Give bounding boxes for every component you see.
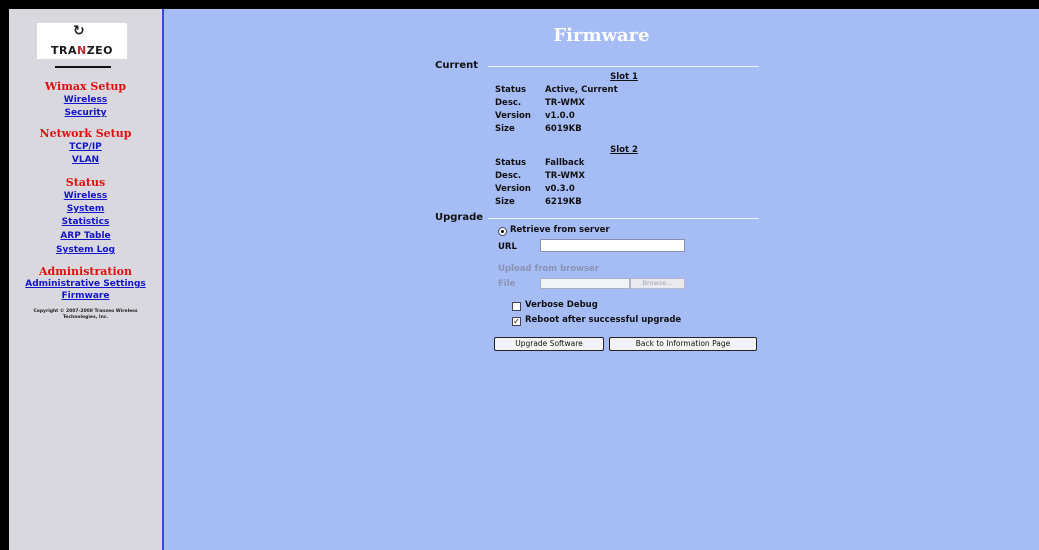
- verbose-debug-label: Verbose Debug: [525, 300, 598, 310]
- retrieve-from-server-radio[interactable]: [498, 227, 507, 236]
- slot2-version-value: v0.3.0: [545, 184, 575, 194]
- upgrade-divider: [488, 218, 759, 219]
- sidebar: ↻ TRANZEO Wimax Setup Wireless Security …: [9, 9, 164, 550]
- slot1-status-key: Status: [495, 85, 527, 95]
- upload-from-browser-label: Upload from browser: [498, 264, 600, 274]
- page-frame: ↻ TRANZEO Wimax Setup Wireless Security …: [9, 9, 1039, 550]
- slot2-size-value: 6219KB: [545, 197, 582, 207]
- nav-status-system-log[interactable]: System Log: [9, 245, 162, 255]
- slot1-desc-key: Desc.: [495, 98, 522, 108]
- slot1-size-key: Size: [495, 124, 515, 134]
- back-to-information-page-button[interactable]: Back to Information Page: [609, 337, 757, 351]
- nav-wimax-wireless[interactable]: Wireless: [9, 95, 162, 105]
- file-input[interactable]: [540, 278, 630, 289]
- slot2-version-key: Version: [495, 184, 531, 194]
- nav-status-statistics[interactable]: Statistics: [9, 217, 162, 227]
- page-title: Firmware: [553, 25, 650, 46]
- slot1-desc-value: TR-WMX: [545, 98, 585, 108]
- current-group-label: Current: [435, 60, 479, 71]
- nav-firmware[interactable]: Firmware: [9, 291, 162, 301]
- slot2-desc-key: Desc.: [495, 171, 522, 181]
- slot2-heading: Slot 2: [610, 145, 638, 155]
- tranzeo-swirl-icon: ↻: [73, 23, 85, 39]
- url-input[interactable]: [540, 239, 685, 252]
- nav-administrative-settings[interactable]: Administrative Settings: [9, 279, 162, 289]
- tranzeo-logo: ↻ TRANZEO: [37, 23, 127, 59]
- slot1-status-value: Active, Current: [545, 85, 618, 95]
- file-label: File: [498, 279, 516, 289]
- nav-status-system[interactable]: System: [9, 204, 162, 214]
- slot2-status-value: Fallback: [545, 158, 585, 168]
- browse-button[interactable]: Browse...: [630, 278, 685, 289]
- slot2-size-key: Size: [495, 197, 515, 207]
- logo-divider: [55, 66, 111, 68]
- copyright-notice: Copyright © 2007-2008 Tranzeo Wireless T…: [33, 309, 138, 320]
- slot2-status-key: Status: [495, 158, 527, 168]
- slot1-size-value: 6019KB: [545, 124, 582, 134]
- reboot-after-upgrade-label: Reboot after successful upgrade: [525, 315, 682, 325]
- slot1-version-key: Version: [495, 111, 531, 121]
- slot1-version-value: v1.0.0: [545, 111, 575, 121]
- section-administration: Administration: [38, 265, 132, 278]
- upgrade-group-label: Upgrade: [435, 212, 484, 223]
- nav-wimax-security[interactable]: Security: [9, 108, 162, 118]
- nav-tcp-ip[interactable]: TCP/IP: [9, 142, 162, 152]
- slot1-heading: Slot 1: [610, 72, 638, 82]
- upgrade-software-button[interactable]: Upgrade Software: [494, 337, 604, 351]
- slot2-desc-value: TR-WMX: [545, 171, 585, 181]
- logo-wordmark: TRANZEO: [50, 44, 114, 57]
- url-label: URL: [498, 242, 517, 252]
- verbose-debug-checkbox[interactable]: [512, 302, 521, 311]
- retrieve-from-server-label: Retrieve from server: [510, 225, 610, 235]
- reboot-after-upgrade-checkbox[interactable]: ✓: [512, 317, 521, 326]
- nav-vlan[interactable]: VLAN: [9, 155, 162, 165]
- nav-status-arp-table[interactable]: ARP Table: [9, 231, 162, 241]
- section-wimax-setup: Wimax Setup: [44, 80, 127, 93]
- nav-status-wireless[interactable]: Wireless: [9, 191, 162, 201]
- section-status: Status: [65, 176, 106, 189]
- section-network-setup: Network Setup: [39, 127, 132, 140]
- current-divider: [488, 66, 759, 67]
